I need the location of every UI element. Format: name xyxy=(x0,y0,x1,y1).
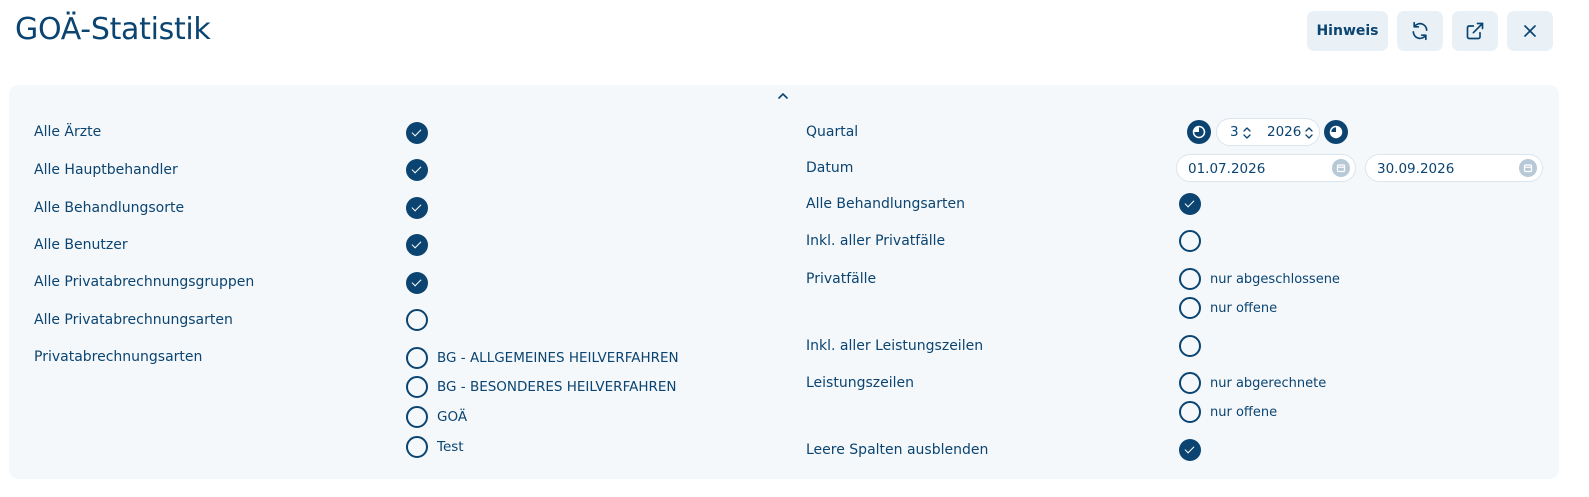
external-link-icon xyxy=(1466,22,1484,40)
label-leistungszeilen: Leistungszeilen xyxy=(806,375,914,391)
label-alle-benutzer: Alle Benutzer xyxy=(34,237,128,253)
option-art-bg-besonders: BG - BESONDERES HEILVERFAHREN xyxy=(437,379,677,395)
label-alle-behandlungsorte: Alle Behandlungsorte xyxy=(34,200,185,216)
label-privatfaelle: Privatfälle xyxy=(806,271,877,287)
refresh-icon xyxy=(1412,21,1428,41)
label-alle-privatabrechnungsarten: Alle Privatabrechnungsarten xyxy=(34,312,233,328)
label-alle-behandlungsarten: Alle Behandlungsarten xyxy=(806,196,965,212)
label-quartal: Quartal xyxy=(806,124,859,140)
checkbox-alle-privatabrechnungsarten[interactable] xyxy=(406,309,428,331)
option-art-bg-allgemein: BG - ALLGEMEINES HEILVERFAHREN xyxy=(437,350,679,366)
year-stepper-icon[interactable] xyxy=(1304,125,1314,141)
collapse-chevron-up-icon[interactable] xyxy=(774,89,792,103)
radio-art-bg-besonders[interactable] xyxy=(406,376,428,398)
checkbox-alle-hauptbehandler[interactable] xyxy=(406,159,428,181)
checkbox-alle-behandlungsarten[interactable] xyxy=(1179,193,1201,215)
quartal-prev-button[interactable] xyxy=(1187,120,1211,144)
label-inkl-leistungszeilen: Inkl. aller Leistungszeilen xyxy=(806,338,984,354)
radio-art-bg-allgemein[interactable] xyxy=(406,347,428,369)
quartal-stepper-icon[interactable] xyxy=(1242,125,1252,141)
option-privatfaelle-abgeschlossene: nur abgeschlossene xyxy=(1210,272,1340,287)
calendar-icon[interactable] xyxy=(1519,159,1537,177)
date-from-field[interactable]: 01.07.2026 xyxy=(1176,154,1356,182)
calendar-icon[interactable] xyxy=(1332,159,1350,177)
close-button[interactable] xyxy=(1507,11,1553,51)
checkbox-alle-privatabrechnungsgruppen[interactable] xyxy=(406,272,428,294)
radio-privatfaelle-offene[interactable] xyxy=(1179,297,1201,319)
option-leistungszeilen-offene: nur offene xyxy=(1210,405,1278,420)
radio-art-goae[interactable] xyxy=(406,406,428,428)
option-leistungszeilen-abgerechnete: nur abgerechnete xyxy=(1210,376,1327,391)
page-title: GOÄ-Statistik xyxy=(15,12,211,47)
quartal-input-group: 3 2026 xyxy=(1216,118,1320,146)
label-privatabrechnungsarten: Privatabrechnungsarten xyxy=(34,349,203,365)
checkbox-alle-behandlungsorte[interactable] xyxy=(406,197,428,219)
quartal-value[interactable]: 3 xyxy=(1230,123,1239,141)
radio-leistungszeilen-abgerechnete[interactable] xyxy=(1179,372,1201,394)
label-alle-hauptbehandler: Alle Hauptbehandler xyxy=(34,162,178,178)
radio-leistungszeilen-offene[interactable] xyxy=(1179,401,1201,423)
checkbox-inkl-privatfaelle[interactable] xyxy=(1179,230,1201,252)
date-to-field[interactable]: 30.09.2026 xyxy=(1365,154,1543,182)
label-leere-spalten: Leere Spalten ausblenden xyxy=(806,442,989,458)
checkbox-leere-spalten[interactable] xyxy=(1179,439,1201,461)
checkbox-inkl-leistungszeilen[interactable] xyxy=(1179,335,1201,357)
checkbox-alle-aerzte[interactable] xyxy=(406,122,428,144)
option-art-goae: GOÄ xyxy=(437,409,468,425)
label-datum: Datum xyxy=(806,160,854,176)
radio-privatfaelle-abgeschlossene[interactable] xyxy=(1179,268,1201,290)
quartal-next-button[interactable] xyxy=(1324,120,1348,144)
label-alle-privatabrechnungsgruppen: Alle Privatabrechnungsgruppen xyxy=(34,274,255,290)
date-from-value[interactable]: 01.07.2026 xyxy=(1188,160,1265,178)
checkbox-alle-benutzer[interactable] xyxy=(406,234,428,256)
option-privatfaelle-offene: nur offene xyxy=(1210,301,1278,316)
hint-button[interactable]: Hinweis xyxy=(1307,11,1388,51)
pie-forward-icon xyxy=(1329,125,1343,139)
option-art-test: Test xyxy=(437,439,464,455)
radio-art-test[interactable] xyxy=(406,436,428,458)
pie-back-icon xyxy=(1192,125,1206,139)
open-external-button[interactable] xyxy=(1452,11,1498,51)
date-to-value[interactable]: 30.09.2026 xyxy=(1377,160,1454,178)
label-inkl-privatfaelle: Inkl. aller Privatfälle xyxy=(806,233,946,249)
refresh-button[interactable] xyxy=(1397,11,1443,51)
close-icon xyxy=(1524,25,1536,37)
year-value[interactable]: 2026 xyxy=(1267,123,1301,141)
label-alle-aerzte: Alle Ärzte xyxy=(34,124,102,140)
